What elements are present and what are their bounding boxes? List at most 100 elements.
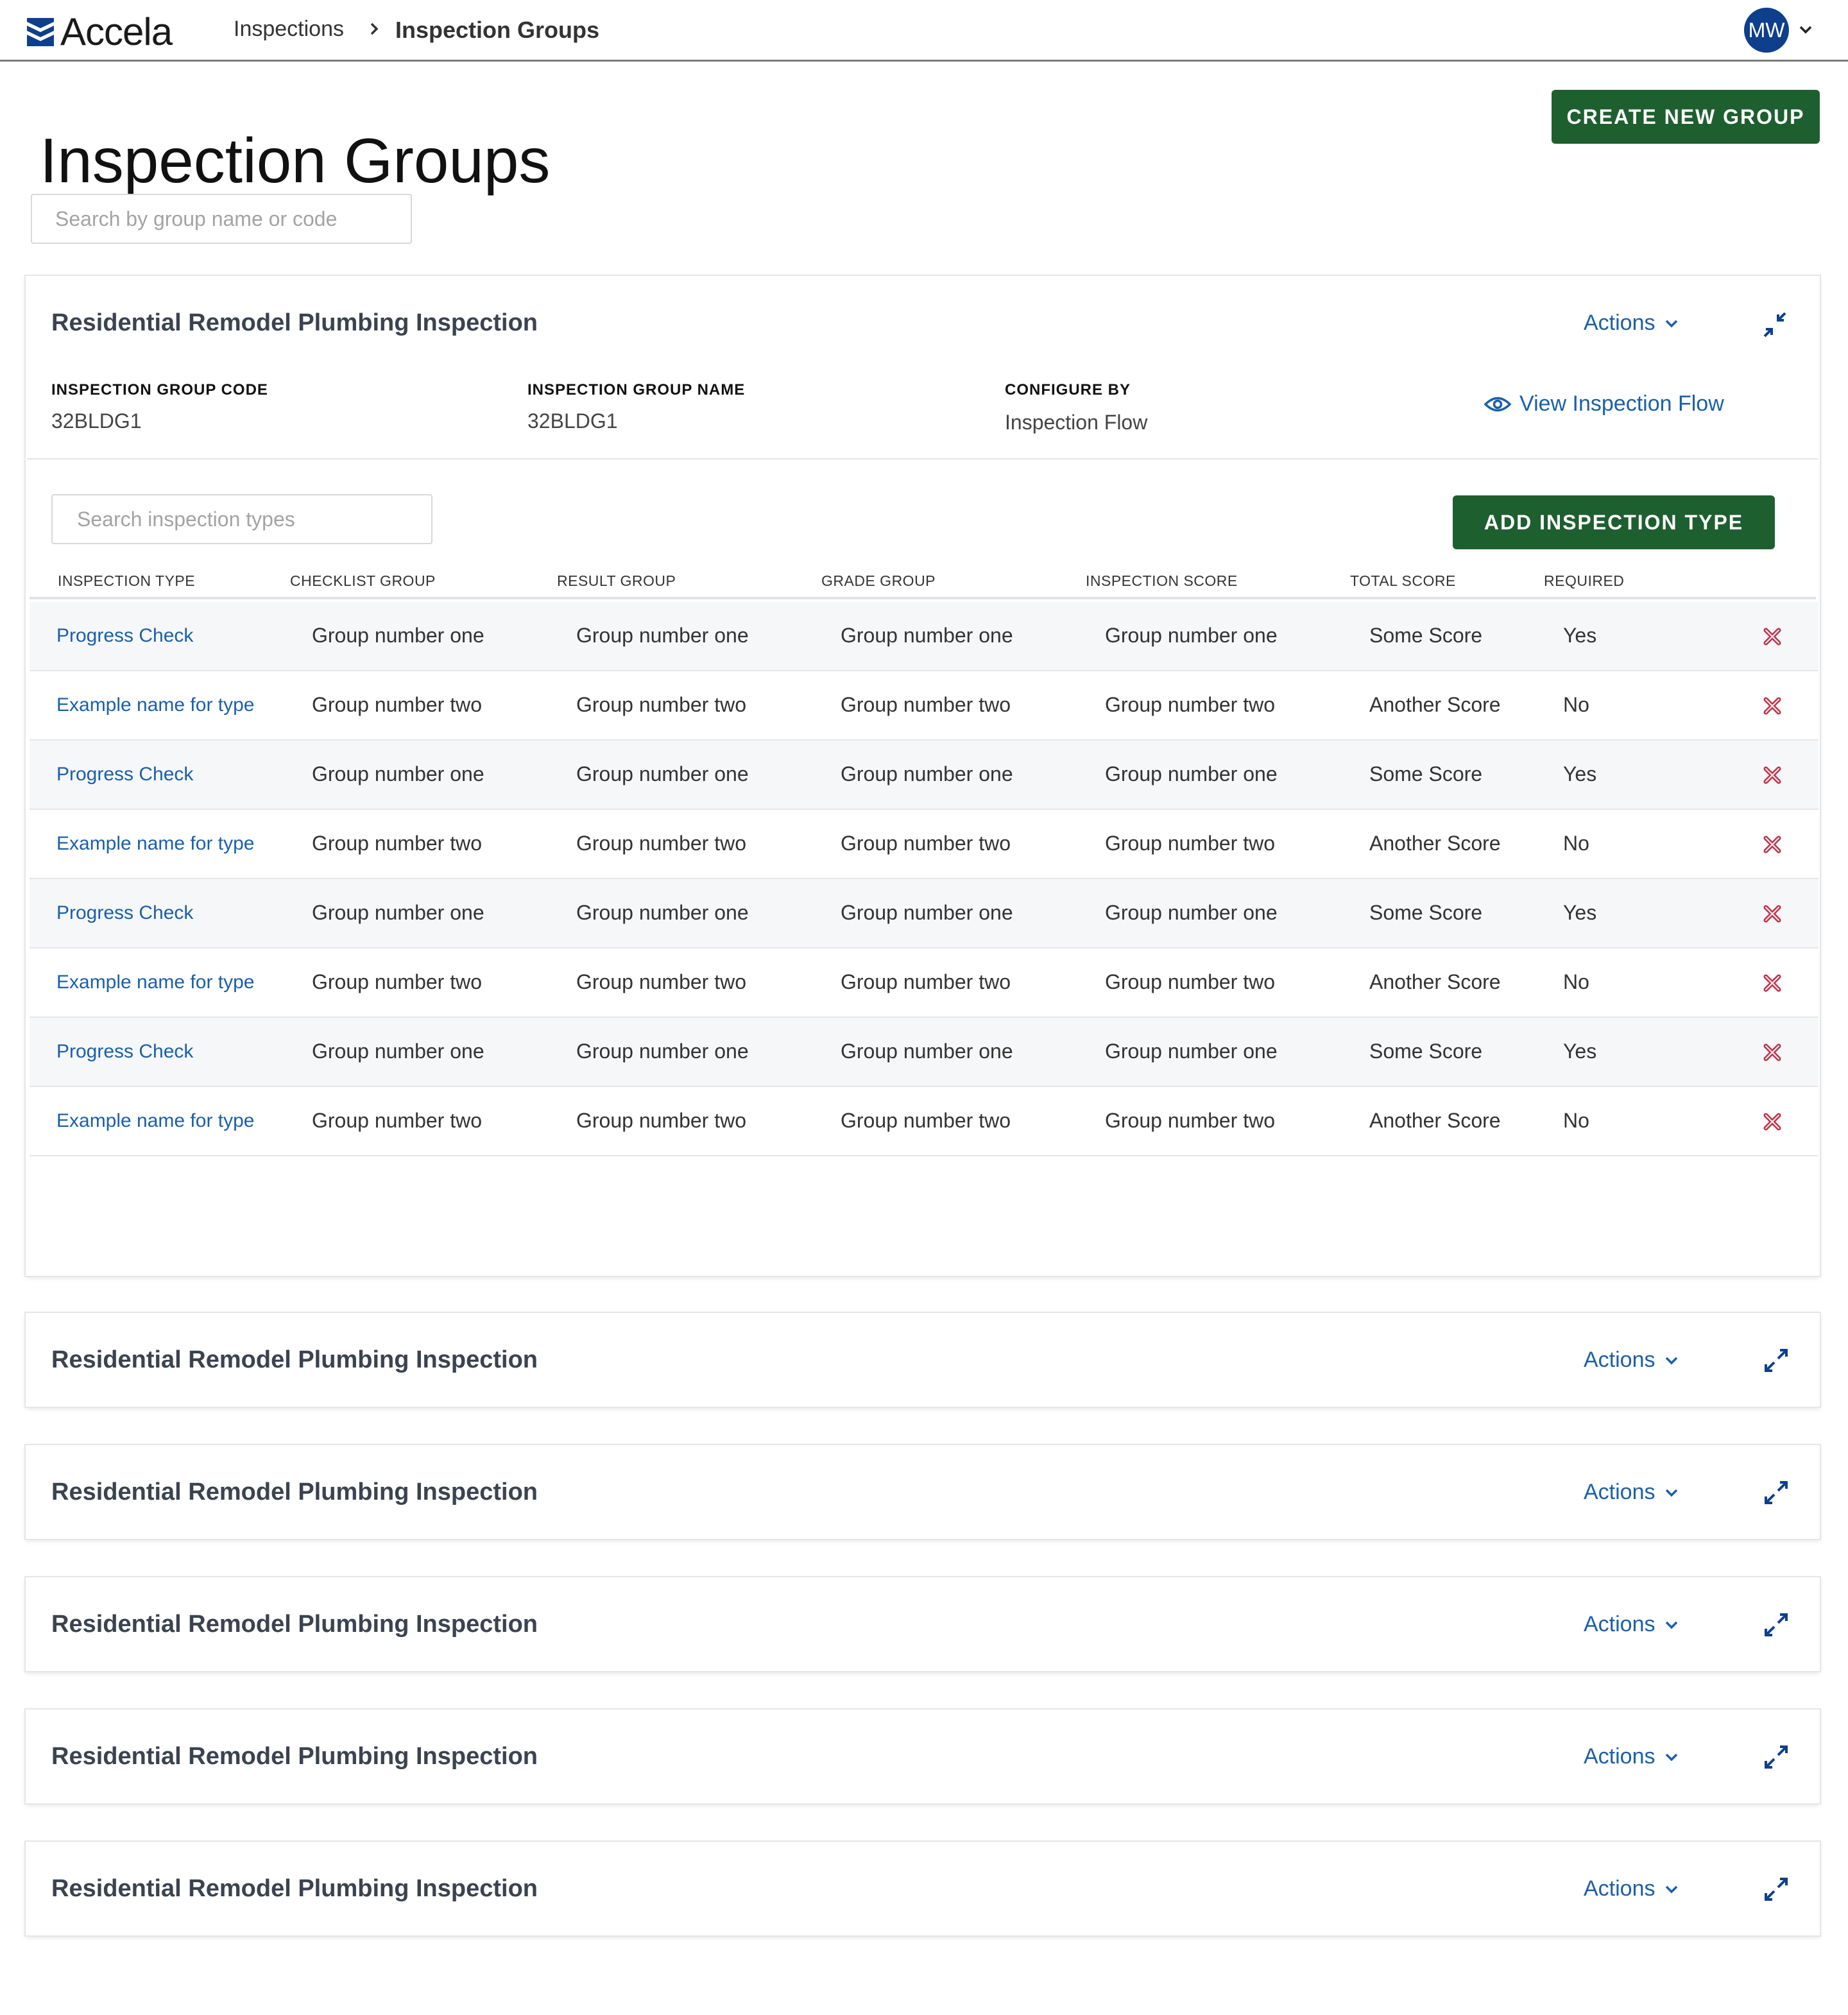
expand-icon[interactable]	[1761, 1742, 1792, 1772]
chevron-down-icon[interactable]	[1797, 21, 1815, 39]
delete-x-icon[interactable]	[1762, 973, 1783, 993]
cell-result-group: Group number one	[576, 624, 749, 647]
cell-result-group: Group number two	[576, 970, 747, 993]
column-header-inspection-score[interactable]: INSPECTION SCORE	[1086, 572, 1238, 590]
accela-logo[interactable]: Accela	[26, 13, 173, 51]
group-search-input[interactable]	[31, 194, 412, 244]
cell-result-group: Group number two	[576, 693, 747, 716]
cell-required: No	[1563, 832, 1589, 855]
view-inspection-flow-link[interactable]: View Inspection Flow	[1484, 391, 1724, 416]
cell-required: Yes	[1563, 901, 1597, 924]
table-row: Example name for type Group number two Gro…	[30, 810, 1818, 879]
actions-label: Actions	[1584, 1348, 1656, 1372]
chevron-down-icon	[1665, 1885, 1677, 1893]
cell-required: Yes	[1563, 624, 1597, 647]
table-row: Example name for type Group number two Gro…	[30, 1087, 1818, 1156]
chevron-down-icon	[1665, 1753, 1677, 1761]
actions-label: Actions	[1584, 1480, 1656, 1504]
expand-icon[interactable]	[1761, 1609, 1792, 1640]
inspection-types-search-input[interactable]	[51, 494, 432, 544]
cell-total-score: Some Score	[1369, 762, 1483, 785]
delete-x-icon[interactable]	[1762, 834, 1783, 855]
cell-total-score: Another Score	[1369, 832, 1501, 855]
collapse-icon[interactable]	[1761, 309, 1792, 340]
page-title: Inspection Groups	[40, 124, 551, 196]
top-navigation-bar: Accela Inspections Inspection Groups MW	[0, 0, 1848, 62]
user-avatar[interactable]: MW	[1744, 8, 1789, 53]
inspection-type-link[interactable]: Example name for type	[56, 1110, 254, 1132]
cell-grade-group: Group number one	[841, 624, 1013, 647]
actions-menu-button[interactable]: Actions	[1584, 1876, 1680, 1901]
inspection-type-link[interactable]: Example name for type	[56, 694, 254, 716]
table-row: Example name for type Group number two Gro…	[30, 671, 1818, 741]
delete-x-icon[interactable]	[1762, 1111, 1783, 1132]
inspection-group-card-collapsed[interactable]: Residential Remodel Plumbing Inspection A…	[26, 1577, 1820, 1671]
table-row: Progress Check Group number one Group numb…	[30, 602, 1818, 671]
actions-menu-button[interactable]: Actions	[1584, 311, 1680, 336]
cell-required: No	[1563, 693, 1589, 716]
group-title: Residential Remodel Plumbing Inspection	[51, 1743, 538, 1770]
inspection-type-link[interactable]: Progress Check	[56, 1041, 193, 1063]
cell-required: No	[1563, 1109, 1589, 1132]
actions-menu-button[interactable]: Actions	[1584, 1612, 1680, 1637]
inspection-type-link[interactable]: Example name for type	[56, 833, 254, 855]
column-header-inspection-type[interactable]: INSPECTION TYPE	[58, 572, 195, 590]
cell-result-group: Group number two	[576, 1109, 747, 1132]
delete-x-icon[interactable]	[1762, 1042, 1783, 1063]
cell-grade-group: Group number two	[841, 970, 1011, 993]
delete-x-icon[interactable]	[1762, 696, 1783, 716]
expand-icon[interactable]	[1761, 1345, 1792, 1376]
configure-by-value: Inspection Flow	[1005, 411, 1148, 434]
cell-inspection-score: Group number two	[1105, 1109, 1276, 1132]
cell-inspection-score: Group number one	[1105, 762, 1278, 785]
inspection-group-card-collapsed[interactable]: Residential Remodel Plumbing Inspection A…	[26, 1842, 1820, 1935]
cell-checklist-group: Group number two	[312, 1109, 483, 1132]
inspection-group-card-collapsed[interactable]: Residential Remodel Plumbing Inspection A…	[26, 1710, 1820, 1803]
breadcrumb-inspections[interactable]: Inspections	[234, 17, 344, 42]
inspection-group-card-collapsed[interactable]: Residential Remodel Plumbing Inspection A…	[26, 1445, 1820, 1539]
inspection-type-link[interactable]: Progress Check	[56, 902, 193, 924]
cell-grade-group: Group number one	[841, 762, 1013, 785]
actions-label: Actions	[1584, 311, 1656, 335]
cell-inspection-score: Group number one	[1105, 901, 1278, 924]
group-code-label: INSPECTION GROUP CODE	[51, 381, 268, 399]
group-name-label: INSPECTION GROUP NAME	[527, 381, 746, 399]
column-header-required[interactable]: REQUIRED	[1544, 572, 1624, 590]
inspection-group-card-collapsed[interactable]: Residential Remodel Plumbing Inspection A…	[26, 1313, 1820, 1407]
configure-by-label: CONFIGURE BY	[1005, 381, 1131, 399]
add-inspection-type-button[interactable]: ADD INSPECTION TYPE	[1453, 495, 1775, 549]
table-header-divider	[30, 597, 1816, 599]
cell-grade-group: Group number two	[841, 832, 1011, 855]
chevron-down-icon	[1665, 1489, 1677, 1496]
expand-icon[interactable]	[1761, 1874, 1792, 1905]
cell-checklist-group: Group number one	[312, 901, 484, 924]
column-header-checklist-group[interactable]: CHECKLIST GROUP	[290, 572, 436, 590]
cell-inspection-score: Group number two	[1105, 693, 1276, 716]
cell-required: Yes	[1563, 762, 1597, 785]
actions-menu-button[interactable]: Actions	[1584, 1744, 1680, 1769]
delete-x-icon[interactable]	[1762, 765, 1783, 785]
breadcrumb-inspection-groups: Inspection Groups	[395, 17, 600, 43]
delete-x-icon[interactable]	[1762, 904, 1783, 924]
actions-menu-button[interactable]: Actions	[1584, 1480, 1680, 1505]
cell-checklist-group: Group number one	[312, 1040, 484, 1063]
inspection-type-link[interactable]: Example name for type	[56, 972, 254, 993]
cell-result-group: Group number one	[576, 762, 749, 785]
column-header-grade-group[interactable]: GRADE GROUP	[821, 572, 936, 590]
column-header-result-group[interactable]: RESULT GROUP	[557, 572, 676, 590]
cell-result-group: Group number two	[576, 832, 747, 855]
create-new-group-button[interactable]: CREATE NEW GROUP	[1552, 90, 1820, 144]
inspection-type-link[interactable]: Progress Check	[56, 764, 193, 785]
cell-total-score: Some Score	[1369, 1040, 1483, 1063]
expand-icon[interactable]	[1761, 1477, 1792, 1508]
inspection-type-link[interactable]: Progress Check	[56, 625, 193, 647]
actions-menu-button[interactable]: Actions	[1584, 1348, 1680, 1373]
section-divider	[27, 458, 1818, 459]
view-flow-label: View Inspection Flow	[1519, 391, 1724, 416]
table-row: Progress Check Group number one Group numb…	[30, 1018, 1818, 1087]
delete-x-icon[interactable]	[1762, 626, 1783, 647]
cell-result-group: Group number one	[576, 901, 749, 924]
actions-label: Actions	[1584, 1612, 1656, 1636]
cell-grade-group: Group number two	[841, 1109, 1011, 1132]
column-header-total-score[interactable]: TOTAL SCORE	[1350, 572, 1456, 590]
